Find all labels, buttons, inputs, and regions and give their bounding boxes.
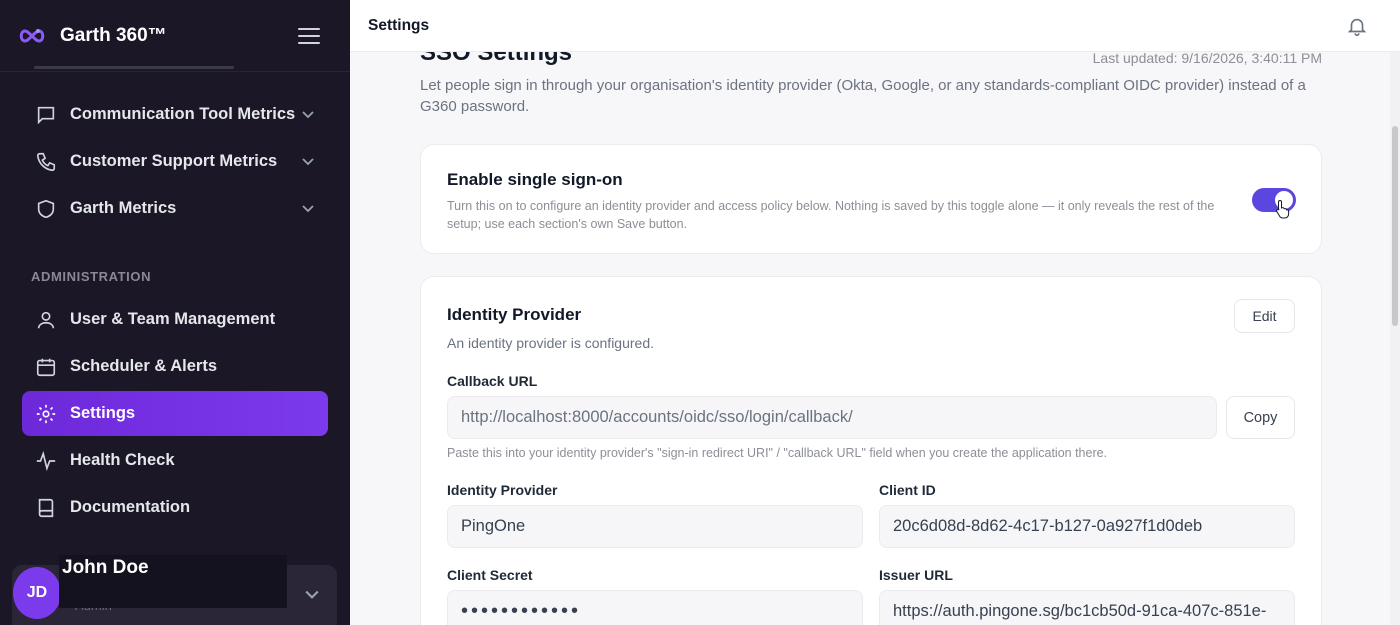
client-secret-masked: •••••••••••• (461, 600, 582, 622)
issuer-url-field[interactable]: https://auth.pingone.sg/bc1cb50d-91ca-40… (879, 590, 1295, 625)
edit-button[interactable]: Edit (1234, 299, 1295, 333)
callback-url-field[interactable]: http://localhost:8000/accounts/oidc/sso/… (447, 396, 1217, 439)
phone-icon (34, 150, 58, 174)
main-content: SSO Settings Last updated: 9/16/2026, 3:… (350, 52, 1390, 625)
sso-toggle-description: Turn this on to configure an identity pr… (447, 199, 1215, 231)
sidebar-item-settings[interactable]: Settings (22, 391, 328, 436)
identity-provider-field[interactable]: PingOne (447, 505, 863, 548)
sidebar-item-label: User & Team Management (70, 310, 276, 328)
metrics-nav: Communication Tool Metrics Customer Supp… (22, 92, 328, 233)
avatar[interactable]: JD (13, 567, 61, 619)
sidebar-item-label: Health Check (70, 451, 175, 469)
shield-icon (34, 197, 58, 221)
scrollbar-thumb[interactable] (1392, 126, 1398, 326)
issuer-url-label: Issuer URL (879, 567, 953, 583)
book-icon (34, 496, 58, 520)
infinity-logo-icon (18, 22, 46, 50)
identity-provider-card: Identity Provider An identity provider i… (420, 276, 1322, 625)
sidebar-item-label: Settings (70, 404, 136, 422)
sidebar-item-scheduler-alerts[interactable]: Scheduler & Alerts (22, 344, 328, 389)
calendar-icon (34, 355, 58, 379)
client-secret-label: Client Secret (447, 567, 533, 583)
chevron-down-icon (300, 107, 316, 123)
scrolled-nav-remnant (34, 58, 234, 72)
chevron-down-icon (300, 154, 316, 170)
sidebar-item-label: Scheduler & Alerts (70, 357, 218, 375)
identity-provider-status: An identity provider is configured. (447, 335, 654, 351)
sidebar: Garth 360™ Communication Tool Metrics Cu… (0, 0, 350, 625)
bell-icon[interactable] (1346, 15, 1368, 37)
sso-toggle-card: Enable single sign-on Turn this on to co… (420, 144, 1322, 254)
sidebar-item-customer-support-metrics[interactable]: Customer Support Metrics (22, 139, 328, 184)
sidebar-item-garth-metrics[interactable]: Garth Metrics (22, 186, 328, 231)
callback-url-help: Paste this into your identity provider's… (447, 446, 1108, 460)
sidebar-item-label: Documentation (70, 498, 191, 516)
sso-description: Let people sign in through your organisa… (420, 77, 1306, 115)
sidebar-item-user-team-management[interactable]: User & Team Management (22, 297, 328, 342)
sidebar-item-documentation[interactable]: Documentation (22, 485, 328, 530)
top-bar: Settings (350, 0, 1400, 52)
page-title: Settings (368, 16, 430, 34)
gear-icon (34, 402, 58, 426)
sidebar-item-communication-tool-metrics[interactable]: Communication Tool Metrics (22, 92, 328, 137)
client-id-label: Client ID (879, 482, 936, 498)
user-name: John Doe (62, 557, 149, 578)
callback-url-label: Callback URL (447, 373, 538, 389)
app-name: Garth 360™ (60, 24, 167, 46)
sidebar-item-health-check[interactable]: Health Check (22, 438, 328, 483)
client-secret-field[interactable]: •••••••••••• (447, 590, 863, 625)
admin-nav: User & Team Management Scheduler & Alert… (22, 297, 328, 532)
last-updated: Last updated: 9/16/2026, 3:40:11 PM (1092, 52, 1322, 66)
chevron-down-icon[interactable] (305, 587, 321, 603)
sso-toggle-title: Enable single sign-on (447, 170, 623, 189)
user-name-tooltip: John Doe (59, 555, 287, 608)
sidebar-item-label: Customer Support Metrics (70, 152, 278, 170)
sidebar-item-label: Garth Metrics (70, 199, 177, 217)
user-icon (34, 308, 58, 332)
menu-toggle-icon[interactable] (298, 25, 320, 47)
hand-cursor-icon (1275, 199, 1291, 219)
sidebar-item-label: Communication Tool Metrics (70, 105, 296, 123)
identity-provider-label: Identity Provider (447, 482, 558, 498)
activity-icon (34, 449, 58, 473)
copy-button[interactable]: Copy (1226, 396, 1295, 439)
sso-settings-title: SSO Settings (420, 52, 573, 66)
section-label-administration: ADMINISTRATION (31, 269, 152, 284)
identity-provider-title: Identity Provider (447, 305, 582, 324)
chat-icon (34, 103, 58, 127)
chevron-down-icon (300, 201, 316, 217)
client-id-field[interactable]: 20c6d08d-8d62-4c17-b127-0a927f1d0deb (879, 505, 1295, 548)
